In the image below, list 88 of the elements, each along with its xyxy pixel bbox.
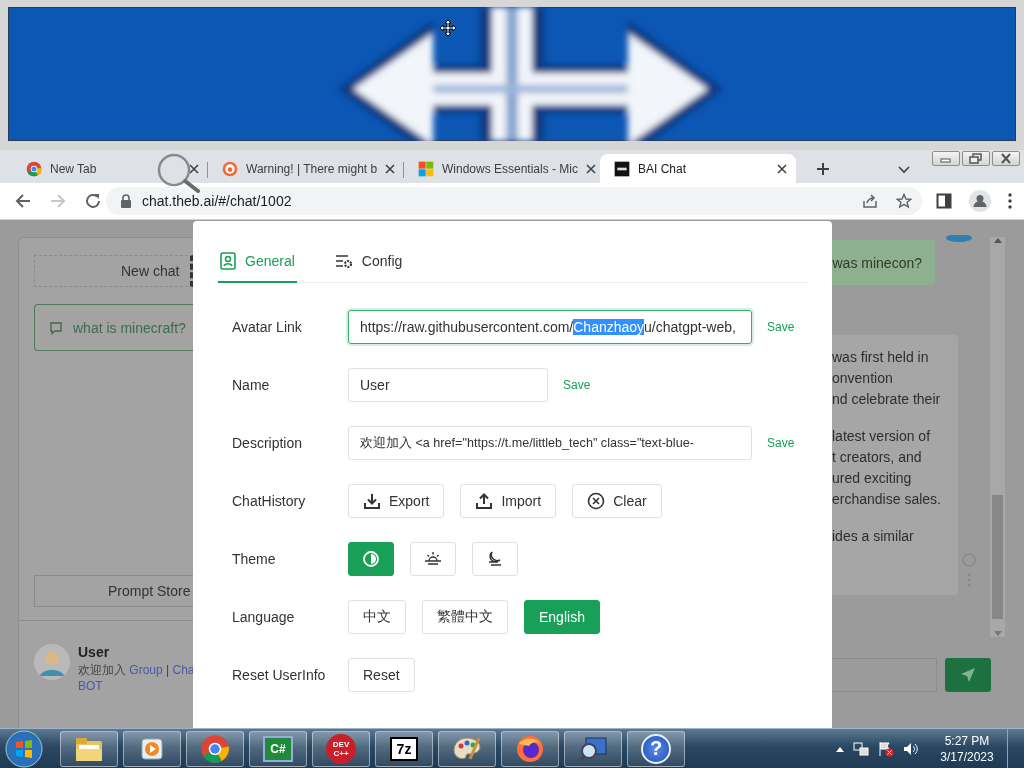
taskbar-app[interactable]: DEV C++	[312, 730, 370, 767]
magnifier-cursor-icon	[156, 153, 202, 193]
square-icon	[614, 160, 630, 177]
fox-globe-icon	[515, 733, 545, 764]
taskbar-app[interactable]	[501, 730, 559, 767]
theme-option[interactable]	[348, 542, 394, 576]
chrome-icon	[26, 160, 42, 177]
user-name: User	[78, 644, 111, 660]
settings-list-icon	[334, 253, 353, 269]
network-icon[interactable]	[853, 740, 869, 757]
close-icon[interactable]	[777, 163, 787, 174]
taskbar-app[interactable]: 7z	[375, 730, 433, 767]
field-label: Reset UserInfo	[232, 667, 327, 683]
prompt-store-button[interactable]: Prompt Store	[34, 575, 193, 607]
download-icon	[363, 492, 381, 510]
flag-error-icon[interactable]	[878, 740, 894, 757]
reply-message: was first held in onvention nd celebrate their latest version of t creators, and ured exciting erchandise sales. ides a similar	[832, 335, 958, 595]
reset-button[interactable]: Reset	[348, 658, 415, 692]
chat-bubble-icon	[49, 320, 63, 335]
upload-icon	[475, 492, 494, 510]
back-icon[interactable]	[14, 192, 32, 210]
send-button[interactable]	[945, 658, 991, 692]
chevron-down-icon[interactable]	[898, 166, 910, 174]
browser-tab[interactable]: Warning! | There might b	[208, 154, 404, 183]
field-label: Avatar Link	[232, 319, 303, 335]
restore-icon[interactable]	[962, 151, 990, 166]
taskbar-app[interactable]	[123, 730, 181, 767]
save-link[interactable]: Save	[767, 436, 795, 450]
close-icon[interactable]	[189, 163, 199, 174]
caret-up-icon[interactable]	[836, 745, 844, 752]
settings-tab[interactable]: Config	[332, 241, 405, 283]
share-icon[interactable]	[862, 193, 878, 209]
close-icon[interactable]	[586, 163, 597, 174]
field-label: Name	[232, 377, 271, 393]
windows-logo-icon	[418, 160, 434, 177]
action-button[interactable]: Export	[348, 484, 445, 518]
input-field[interactable]: https://raw.githubusercontent.com/Chanzhaoyu/chatgpt-web,	[348, 310, 752, 344]
lock-icon	[120, 194, 132, 208]
save-link[interactable]: Save	[767, 320, 795, 334]
input-field[interactable]: 欢迎加入 <a href="https://t.me/littleb_tech" class="text-blue-	[348, 426, 752, 460]
browser-tab[interactable]: BAI Chat	[600, 154, 796, 183]
user-description: 欢迎加入 Group | Cha BOT	[78, 662, 195, 694]
user-message: was minecon?	[832, 240, 935, 285]
new-tab-icon[interactable]	[816, 162, 830, 176]
menu-icon[interactable]	[1008, 193, 1012, 209]
taskbar-app[interactable]	[438, 730, 496, 767]
language-option[interactable]: 繁體中文	[422, 600, 508, 634]
settings-tab[interactable]: General	[218, 241, 297, 283]
scroll-up-icon[interactable]	[993, 237, 1002, 243]
scrollbar[interactable]	[990, 237, 1005, 637]
browser-tab[interactable]: Windows Essentials - Mic	[404, 154, 600, 183]
chrome-icon	[200, 733, 230, 764]
moon-icon	[486, 550, 504, 568]
taskbar-app[interactable]	[186, 730, 244, 767]
taskbar-app[interactable]	[564, 730, 622, 767]
field-label: Language	[232, 609, 296, 625]
field-label: Description	[232, 435, 304, 451]
scrollbar-thumb[interactable]	[992, 495, 1003, 619]
minimize-icon[interactable]	[932, 151, 960, 166]
input-field[interactable]: User	[348, 368, 548, 402]
profile-card-icon	[220, 252, 236, 270]
action-button[interactable]: Import	[460, 484, 557, 518]
taskbar-app[interactable]: C#	[249, 730, 307, 767]
reload-icon[interactable]	[84, 192, 102, 210]
close-icon[interactable]	[385, 163, 396, 174]
archive-icon: 7z	[390, 736, 418, 761]
help-icon: ?	[641, 733, 671, 764]
action-button[interactable]: Clear	[572, 484, 662, 518]
sunrise-icon	[424, 550, 442, 568]
start-button[interactable]	[4, 728, 44, 768]
taskbar-app[interactable]: ?	[627, 730, 685, 767]
ide-logo-icon: DEV C++	[326, 733, 356, 764]
field-label: ChatHistory	[232, 493, 307, 509]
send-icon	[960, 667, 976, 683]
star-icon[interactable]	[896, 193, 912, 209]
close-icon[interactable]	[992, 151, 1020, 166]
clock[interactable]: 5:27 PM 3/17/2023	[936, 732, 998, 765]
side-panel-icon[interactable]	[936, 193, 952, 209]
contrast-icon	[362, 550, 380, 568]
save-link[interactable]: Save	[563, 378, 591, 392]
field-label: Theme	[232, 551, 277, 567]
language-option[interactable]: 中文	[348, 600, 406, 634]
taskbar-app[interactable]	[60, 730, 118, 767]
move-cursor-icon	[439, 19, 457, 37]
code-file-icon: C#	[263, 735, 293, 762]
browser-tab[interactable]: New Tab	[12, 154, 208, 183]
clear-icon	[587, 492, 606, 510]
profile-icon[interactable]	[969, 190, 991, 212]
